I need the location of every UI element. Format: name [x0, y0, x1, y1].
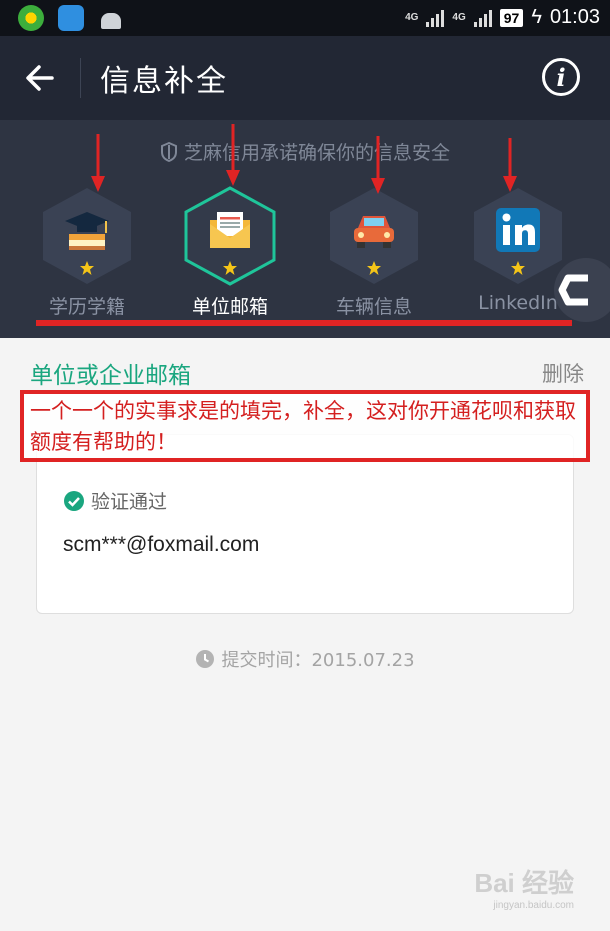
- network-indicator-2: 4G: [452, 11, 466, 23]
- status-indicators: 4G 4G 97 ϟ 01:03: [405, 6, 600, 29]
- watermark-brand: Bai 经验: [474, 868, 574, 898]
- back-button[interactable]: [22, 60, 58, 96]
- signal-icon: [426, 9, 445, 27]
- star-icon: [223, 261, 237, 275]
- watermark: Bai 经验 jingyan.baidu.com: [474, 863, 574, 911]
- submit-time-text: 提交时间：2015.07.23: [221, 650, 415, 671]
- annotation-arrow: [226, 124, 240, 186]
- header-divider: [80, 58, 81, 98]
- signal-icon-2: [473, 9, 492, 27]
- category-hexagon: [182, 186, 278, 286]
- check-circle-icon: [64, 490, 84, 511]
- category-band: 芝麻信用承诺确保你的信息安全 学历学籍 单位邮箱 车辆信息 LinkedIn: [0, 120, 610, 338]
- category-company-email[interactable]: 单位邮箱: [175, 186, 285, 319]
- verification-status: 验证通过: [63, 487, 167, 514]
- annotation-underline: [36, 320, 572, 326]
- annotation-arrow: [91, 134, 105, 192]
- category-hexagon: [39, 186, 135, 286]
- status-time: 01:03: [549, 6, 600, 28]
- annotation-arrow: [371, 136, 385, 194]
- category-label: 学历学籍: [48, 296, 125, 318]
- category-education[interactable]: 学历学籍: [32, 186, 142, 319]
- c-logo-icon: [558, 274, 588, 306]
- app-icon-green: [18, 5, 44, 31]
- info-icon: i: [556, 63, 566, 92]
- status-notification-icons: [18, 5, 124, 31]
- shield-icon: [160, 141, 178, 167]
- graduation-cap-icon: [65, 212, 109, 250]
- email-value: scm***@foxmail.com: [63, 533, 260, 556]
- security-notice-text: 芝麻信用承诺确保你的信息安全: [183, 142, 450, 164]
- submit-time: 提交时间：2015.07.23: [0, 646, 610, 674]
- info-button[interactable]: i: [542, 58, 580, 96]
- battery-level: 97: [499, 8, 524, 27]
- star-icon: [511, 261, 525, 275]
- category-vehicle[interactable]: 车辆信息: [319, 186, 429, 319]
- watermark-url: jingyan.baidu.com: [493, 900, 574, 911]
- category-hexagon: [470, 186, 566, 286]
- section-title: 单位或企业邮箱: [30, 363, 191, 389]
- car-icon: [354, 216, 394, 248]
- floating-assist-button[interactable]: [554, 258, 610, 322]
- category-label: 单位邮箱: [191, 296, 268, 318]
- annotation-note: 一个一个的实事求是的填完，补全，这对你开通花呗和获取额度有帮助的！: [20, 390, 590, 462]
- verified-label: 验证通过: [91, 491, 168, 513]
- clock-icon: [195, 649, 215, 674]
- cloud-icon: [58, 5, 84, 31]
- page-title: 信息补全: [100, 64, 228, 99]
- annotation-arrow: [503, 138, 517, 192]
- envelope-icon: [210, 212, 250, 248]
- star-icon: [80, 261, 94, 275]
- app-header: 信息补全 i: [0, 36, 610, 120]
- category-label: 车辆信息: [335, 296, 412, 318]
- star-icon: [367, 261, 381, 275]
- arrow-left-icon: [26, 65, 54, 91]
- category-hexagon: [326, 186, 422, 286]
- email-section: 单位或企业邮箱 删除 验证通过 scm***@foxmail.com 提交时间：…: [0, 338, 610, 931]
- network-indicator-1: 4G: [405, 11, 419, 23]
- delete-button[interactable]: 删除: [542, 358, 584, 388]
- android-icon: [98, 5, 124, 31]
- charging-icon: ϟ: [531, 6, 542, 28]
- status-bar: 4G 4G 97 ϟ 01:03: [0, 0, 610, 36]
- linkedin-icon: [496, 208, 540, 252]
